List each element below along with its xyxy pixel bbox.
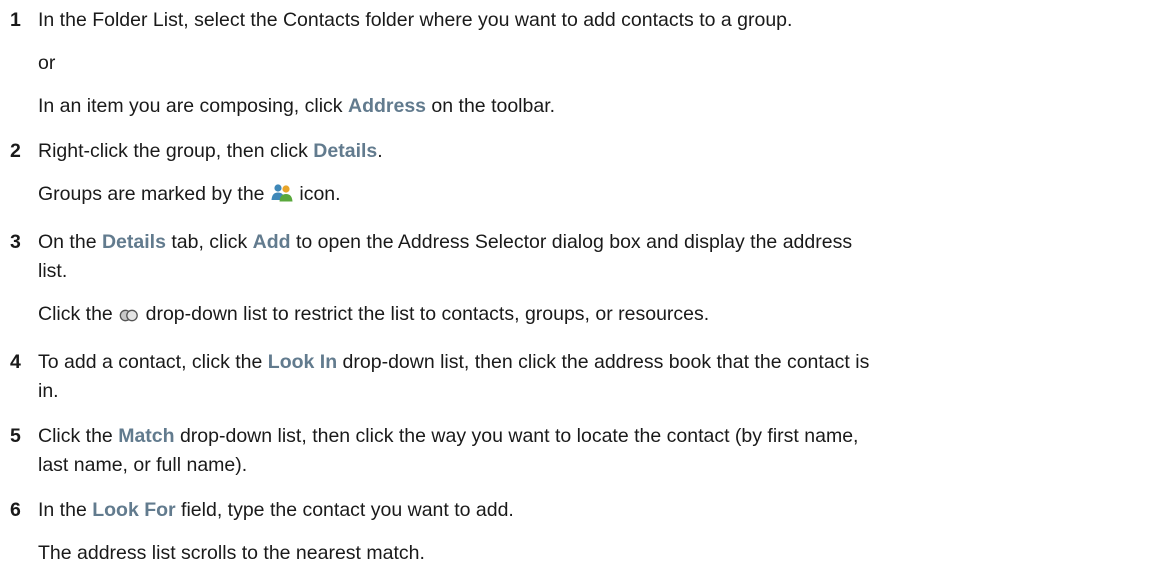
- step-number: 6: [10, 499, 21, 521]
- step-2: 2 Right-click the group, then click Deta…: [10, 137, 1175, 212]
- step-note: Groups are marked by the icon.: [38, 180, 1175, 212]
- look-for-ui-label: Look For: [92, 499, 176, 521]
- add-ui-label: Add: [252, 231, 291, 253]
- step-alt-text: In an item you are composing, click Addr…: [38, 95, 556, 117]
- step-1: 1 In the Folder List, select the Contact…: [10, 6, 1175, 121]
- step-number: 1: [10, 9, 21, 31]
- step-4: 4 To add a contact, click the Look In dr…: [10, 348, 1175, 406]
- step-number: 5: [10, 425, 21, 447]
- match-ui-label: Match: [118, 425, 175, 447]
- details-ui-label: Details: [101, 231, 166, 253]
- step-number: 3: [10, 231, 21, 253]
- step-6: 6 In the Look For field, type the contac…: [10, 496, 1175, 568]
- step-text-cont: list.: [38, 260, 68, 282]
- look-in-ui-label: Look In: [267, 351, 338, 373]
- step-note: Click the drop-down list to restrict the…: [38, 300, 1175, 332]
- step-text: On the Details tab, click Add to open th…: [38, 231, 853, 253]
- step-text: In the Look For field, type the contact …: [38, 499, 514, 521]
- instructions: 1 In the Folder List, select the Contact…: [0, 0, 1175, 568]
- step-5: 5 Click the Match drop-down list, then c…: [10, 422, 1175, 480]
- step-number: 2: [10, 140, 21, 162]
- step-text-cont: in.: [38, 380, 59, 402]
- step-3: 3 On the Details tab, click Add to open …: [10, 228, 1175, 332]
- step-text-cont: last name, or full name).: [38, 454, 248, 476]
- address-ui-label: Address: [347, 95, 427, 117]
- step-number: 4: [10, 351, 21, 373]
- or-text: or: [38, 52, 56, 74]
- details-ui-label: Details: [313, 140, 378, 162]
- step-text: Right-click the group, then click Detail…: [38, 140, 383, 162]
- filter-circles-icon: [118, 303, 140, 332]
- group-contacts-icon: [270, 183, 294, 212]
- step-text: To add a contact, click the Look In drop…: [38, 351, 870, 373]
- step-text: Click the Match drop-down list, then cli…: [38, 425, 859, 447]
- step-text: In the Folder List, select the Contacts …: [38, 9, 793, 31]
- step-note: The address list scrolls to the nearest …: [38, 542, 425, 564]
